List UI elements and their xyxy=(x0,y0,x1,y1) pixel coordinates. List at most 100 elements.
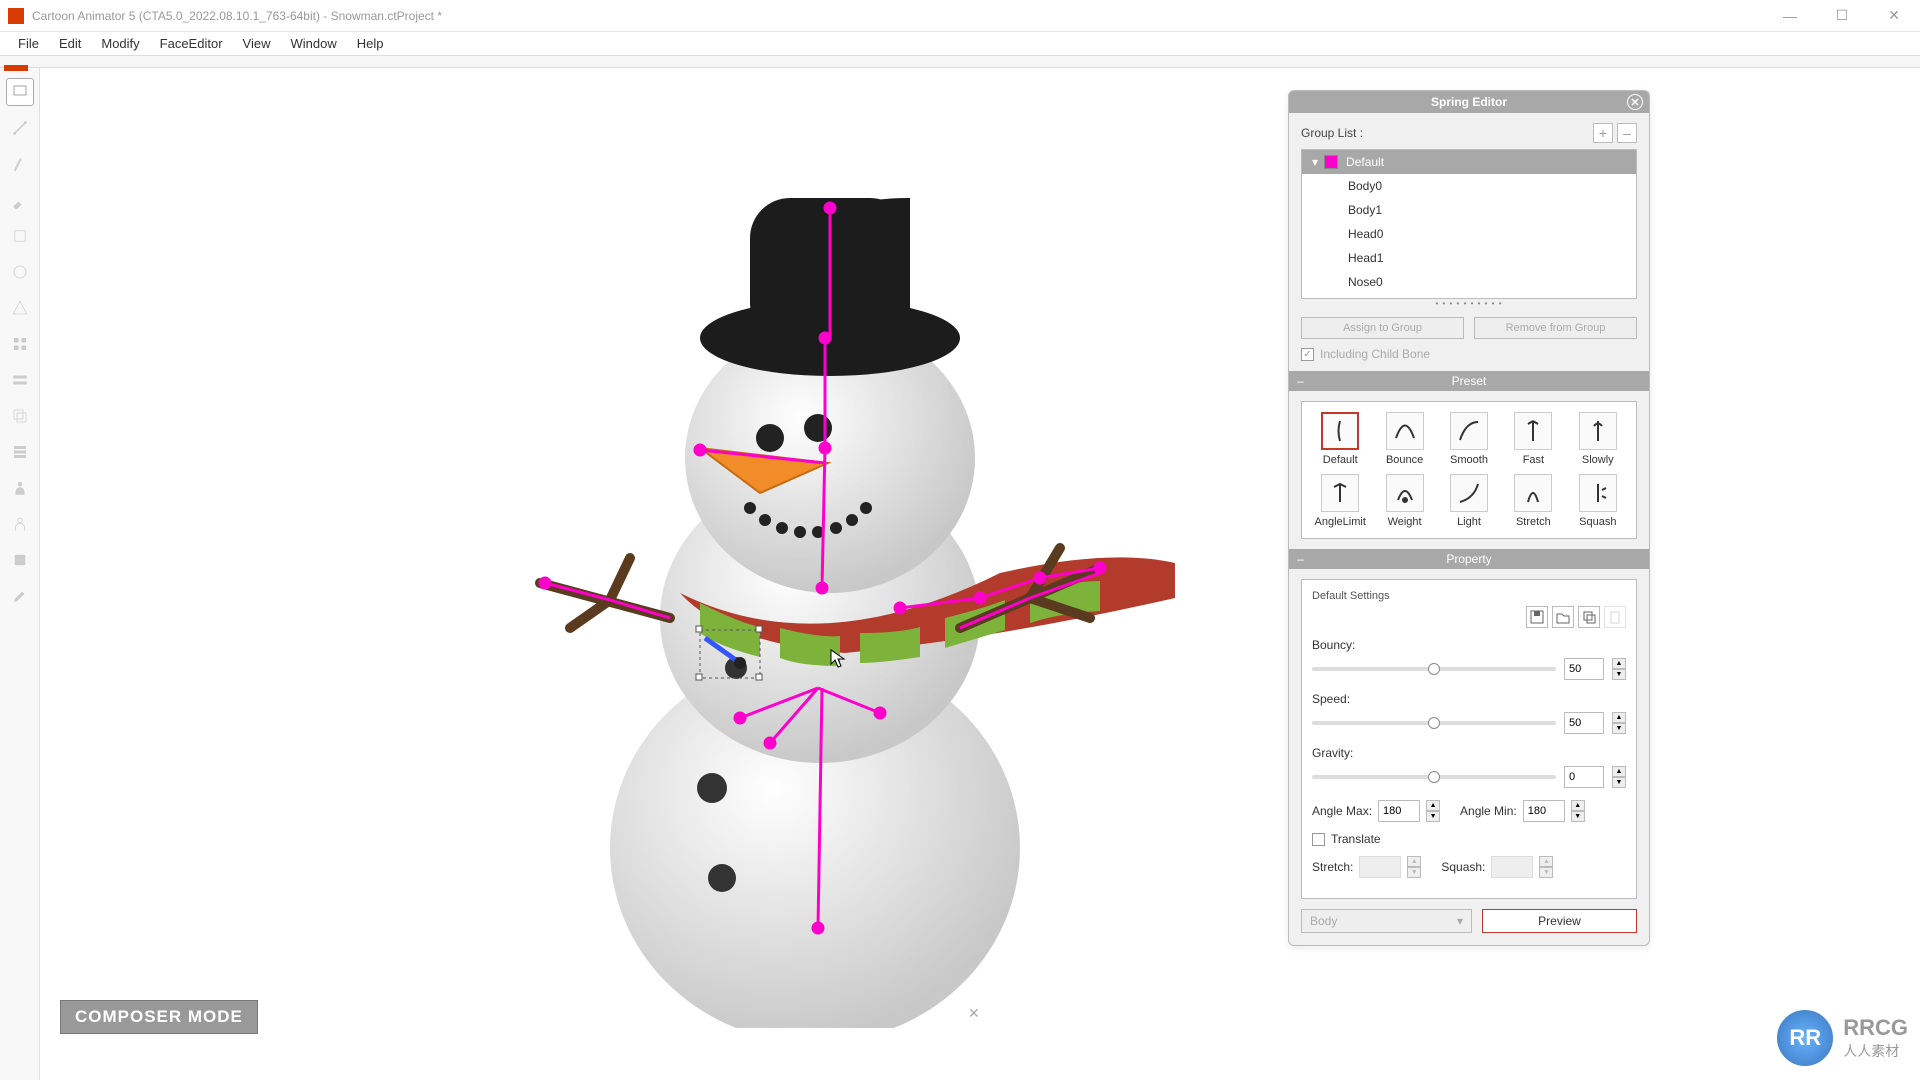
tool-person-b[interactable] xyxy=(6,510,34,538)
spring-editor-panel: Spring Editor ✕ Group List : + – ▾ Defau… xyxy=(1288,90,1650,946)
body-dropdown[interactable]: Body ▾ xyxy=(1301,909,1472,933)
tool-paint[interactable] xyxy=(6,150,34,178)
composer-mode-badge: COMPOSER MODE xyxy=(60,1000,258,1034)
preset-section-header[interactable]: – Preset xyxy=(1289,371,1649,391)
group-row-head0[interactable]: Head0 xyxy=(1302,222,1636,246)
anglemin-down[interactable]: ▼ xyxy=(1571,811,1585,822)
window-title: Cartoon Animator 5 (CTA5.0_2022.08.10.1_… xyxy=(32,9,1772,23)
spring-editor-header[interactable]: Spring Editor ✕ xyxy=(1289,91,1649,113)
translate-checkbox[interactable]: ✓ xyxy=(1312,833,1325,846)
preset-default[interactable]: Default xyxy=(1312,412,1368,466)
collapse-icon[interactable]: – xyxy=(1297,374,1304,388)
menu-face-editor[interactable]: FaceEditor xyxy=(150,32,233,55)
remove-from-group-button[interactable]: Remove from Group xyxy=(1474,317,1637,339)
copy-preset-icon[interactable] xyxy=(1578,606,1600,628)
menu-window[interactable]: Window xyxy=(280,32,346,55)
tool-grid-a[interactable] xyxy=(6,330,34,358)
speed-up[interactable]: ▲ xyxy=(1612,712,1626,723)
speed-down[interactable]: ▼ xyxy=(1612,723,1626,734)
tool-thumb[interactable] xyxy=(6,546,34,574)
preset-slowly[interactable]: Slowly xyxy=(1570,412,1626,466)
squash-up: ▲ xyxy=(1539,856,1553,867)
squash-label: Squash: xyxy=(1441,860,1485,874)
tool-pen[interactable] xyxy=(6,186,34,214)
tool-circle[interactable] xyxy=(6,258,34,286)
watermark-logo: RR xyxy=(1775,1008,1835,1068)
property-section-header[interactable]: – Property xyxy=(1289,549,1649,569)
close-icon[interactable]: ✕ xyxy=(1627,94,1643,110)
stretch-up: ▲ xyxy=(1407,856,1421,867)
preset-fast[interactable]: Fast xyxy=(1505,412,1561,466)
angle-max-label: Angle Max: xyxy=(1312,804,1372,818)
anglemin-up[interactable]: ▲ xyxy=(1571,800,1585,811)
open-preset-icon[interactable] xyxy=(1552,606,1574,628)
chevron-down-icon: ▾ xyxy=(1457,914,1463,928)
gravity-up[interactable]: ▲ xyxy=(1612,766,1626,777)
speed-value[interactable]: 50 xyxy=(1564,712,1604,734)
menu-view[interactable]: View xyxy=(233,32,281,55)
squash-down: ▼ xyxy=(1539,867,1553,878)
preset-weight[interactable]: Weight xyxy=(1376,474,1432,528)
tool-shape[interactable] xyxy=(6,222,34,250)
speed-slider[interactable] xyxy=(1312,721,1556,725)
gravity-slider[interactable] xyxy=(1312,775,1556,779)
bouncy-value[interactable]: 50 xyxy=(1564,658,1604,680)
group-row-nose0[interactable]: Nose0 xyxy=(1302,270,1636,294)
menu-bar: File Edit Modify FaceEditor View Window … xyxy=(0,32,1920,56)
preset-bounce[interactable]: Bounce xyxy=(1376,412,1432,466)
collapse-icon[interactable]: – xyxy=(1297,552,1304,566)
bouncy-slider[interactable] xyxy=(1312,667,1556,671)
menu-file[interactable]: File xyxy=(8,32,49,55)
property-box: Default Settings Bouncy: 50 ▲▼ Speed: xyxy=(1301,579,1637,899)
bouncy-down[interactable]: ▼ xyxy=(1612,669,1626,680)
tool-layer-a[interactable] xyxy=(6,402,34,430)
group-row-body0[interactable]: Body0 xyxy=(1302,174,1636,198)
preview-button[interactable]: Preview xyxy=(1482,909,1637,933)
angle-min-value[interactable]: 180 xyxy=(1523,800,1565,822)
remove-group-button[interactable]: – xyxy=(1617,123,1637,143)
app-icon xyxy=(8,8,24,24)
menu-modify[interactable]: Modify xyxy=(91,32,149,55)
group-row-body1[interactable]: Body1 xyxy=(1302,198,1636,222)
close-button[interactable]: ✕ xyxy=(1876,4,1912,28)
maximize-button[interactable]: ☐ xyxy=(1824,4,1860,28)
gravity-down[interactable]: ▼ xyxy=(1612,777,1626,788)
stretch-down: ▼ xyxy=(1407,867,1421,878)
preset-stretch[interactable]: Stretch xyxy=(1505,474,1561,528)
group-list-label: Group List : xyxy=(1301,126,1363,140)
menu-help[interactable]: Help xyxy=(347,32,394,55)
translate-label: Translate xyxy=(1331,832,1381,846)
preset-squash[interactable]: Squash xyxy=(1570,474,1626,528)
minimize-button[interactable]: — xyxy=(1772,4,1808,28)
group-row-head1[interactable]: Head1 xyxy=(1302,246,1636,270)
anglemax-down[interactable]: ▼ xyxy=(1426,811,1440,822)
assign-to-group-button[interactable]: Assign to Group xyxy=(1301,317,1464,339)
tool-grid-b[interactable] xyxy=(6,366,34,394)
tool-person[interactable] xyxy=(6,474,34,502)
preset-light[interactable]: Light xyxy=(1441,474,1497,528)
gravity-label: Gravity: xyxy=(1312,746,1626,760)
speed-label: Speed: xyxy=(1312,692,1626,706)
group-list[interactable]: ▾ Default Body0 Body1 Head0 Head1 Nose0 xyxy=(1301,149,1637,299)
snowman-character[interactable]: ✕ xyxy=(460,148,1260,1033)
menu-edit[interactable]: Edit xyxy=(49,32,91,55)
bouncy-up[interactable]: ▲ xyxy=(1612,658,1626,669)
preset-smooth[interactable]: Smooth xyxy=(1441,412,1497,466)
gravity-value[interactable]: 0 xyxy=(1564,766,1604,788)
tool-bone[interactable] xyxy=(6,114,34,142)
group-label: Default xyxy=(1346,155,1384,169)
angle-max-value[interactable]: 180 xyxy=(1378,800,1420,822)
default-settings-label: Default Settings xyxy=(1312,590,1626,602)
group-color-swatch xyxy=(1324,155,1338,169)
including-child-bone-checkbox[interactable]: ✓ xyxy=(1301,348,1314,361)
tool-layer-b[interactable] xyxy=(6,438,34,466)
tool-poly[interactable] xyxy=(6,294,34,322)
resize-handle[interactable]: • • • • • • • • • • xyxy=(1301,299,1637,309)
preset-anglelimit[interactable]: AngleLimit xyxy=(1312,474,1368,528)
save-preset-icon[interactable] xyxy=(1526,606,1548,628)
add-group-button[interactable]: + xyxy=(1593,123,1613,143)
tool-select[interactable] xyxy=(6,78,34,106)
anglemax-up[interactable]: ▲ xyxy=(1426,800,1440,811)
tool-edit[interactable] xyxy=(6,582,34,610)
group-row-default[interactable]: ▾ Default xyxy=(1302,150,1636,174)
